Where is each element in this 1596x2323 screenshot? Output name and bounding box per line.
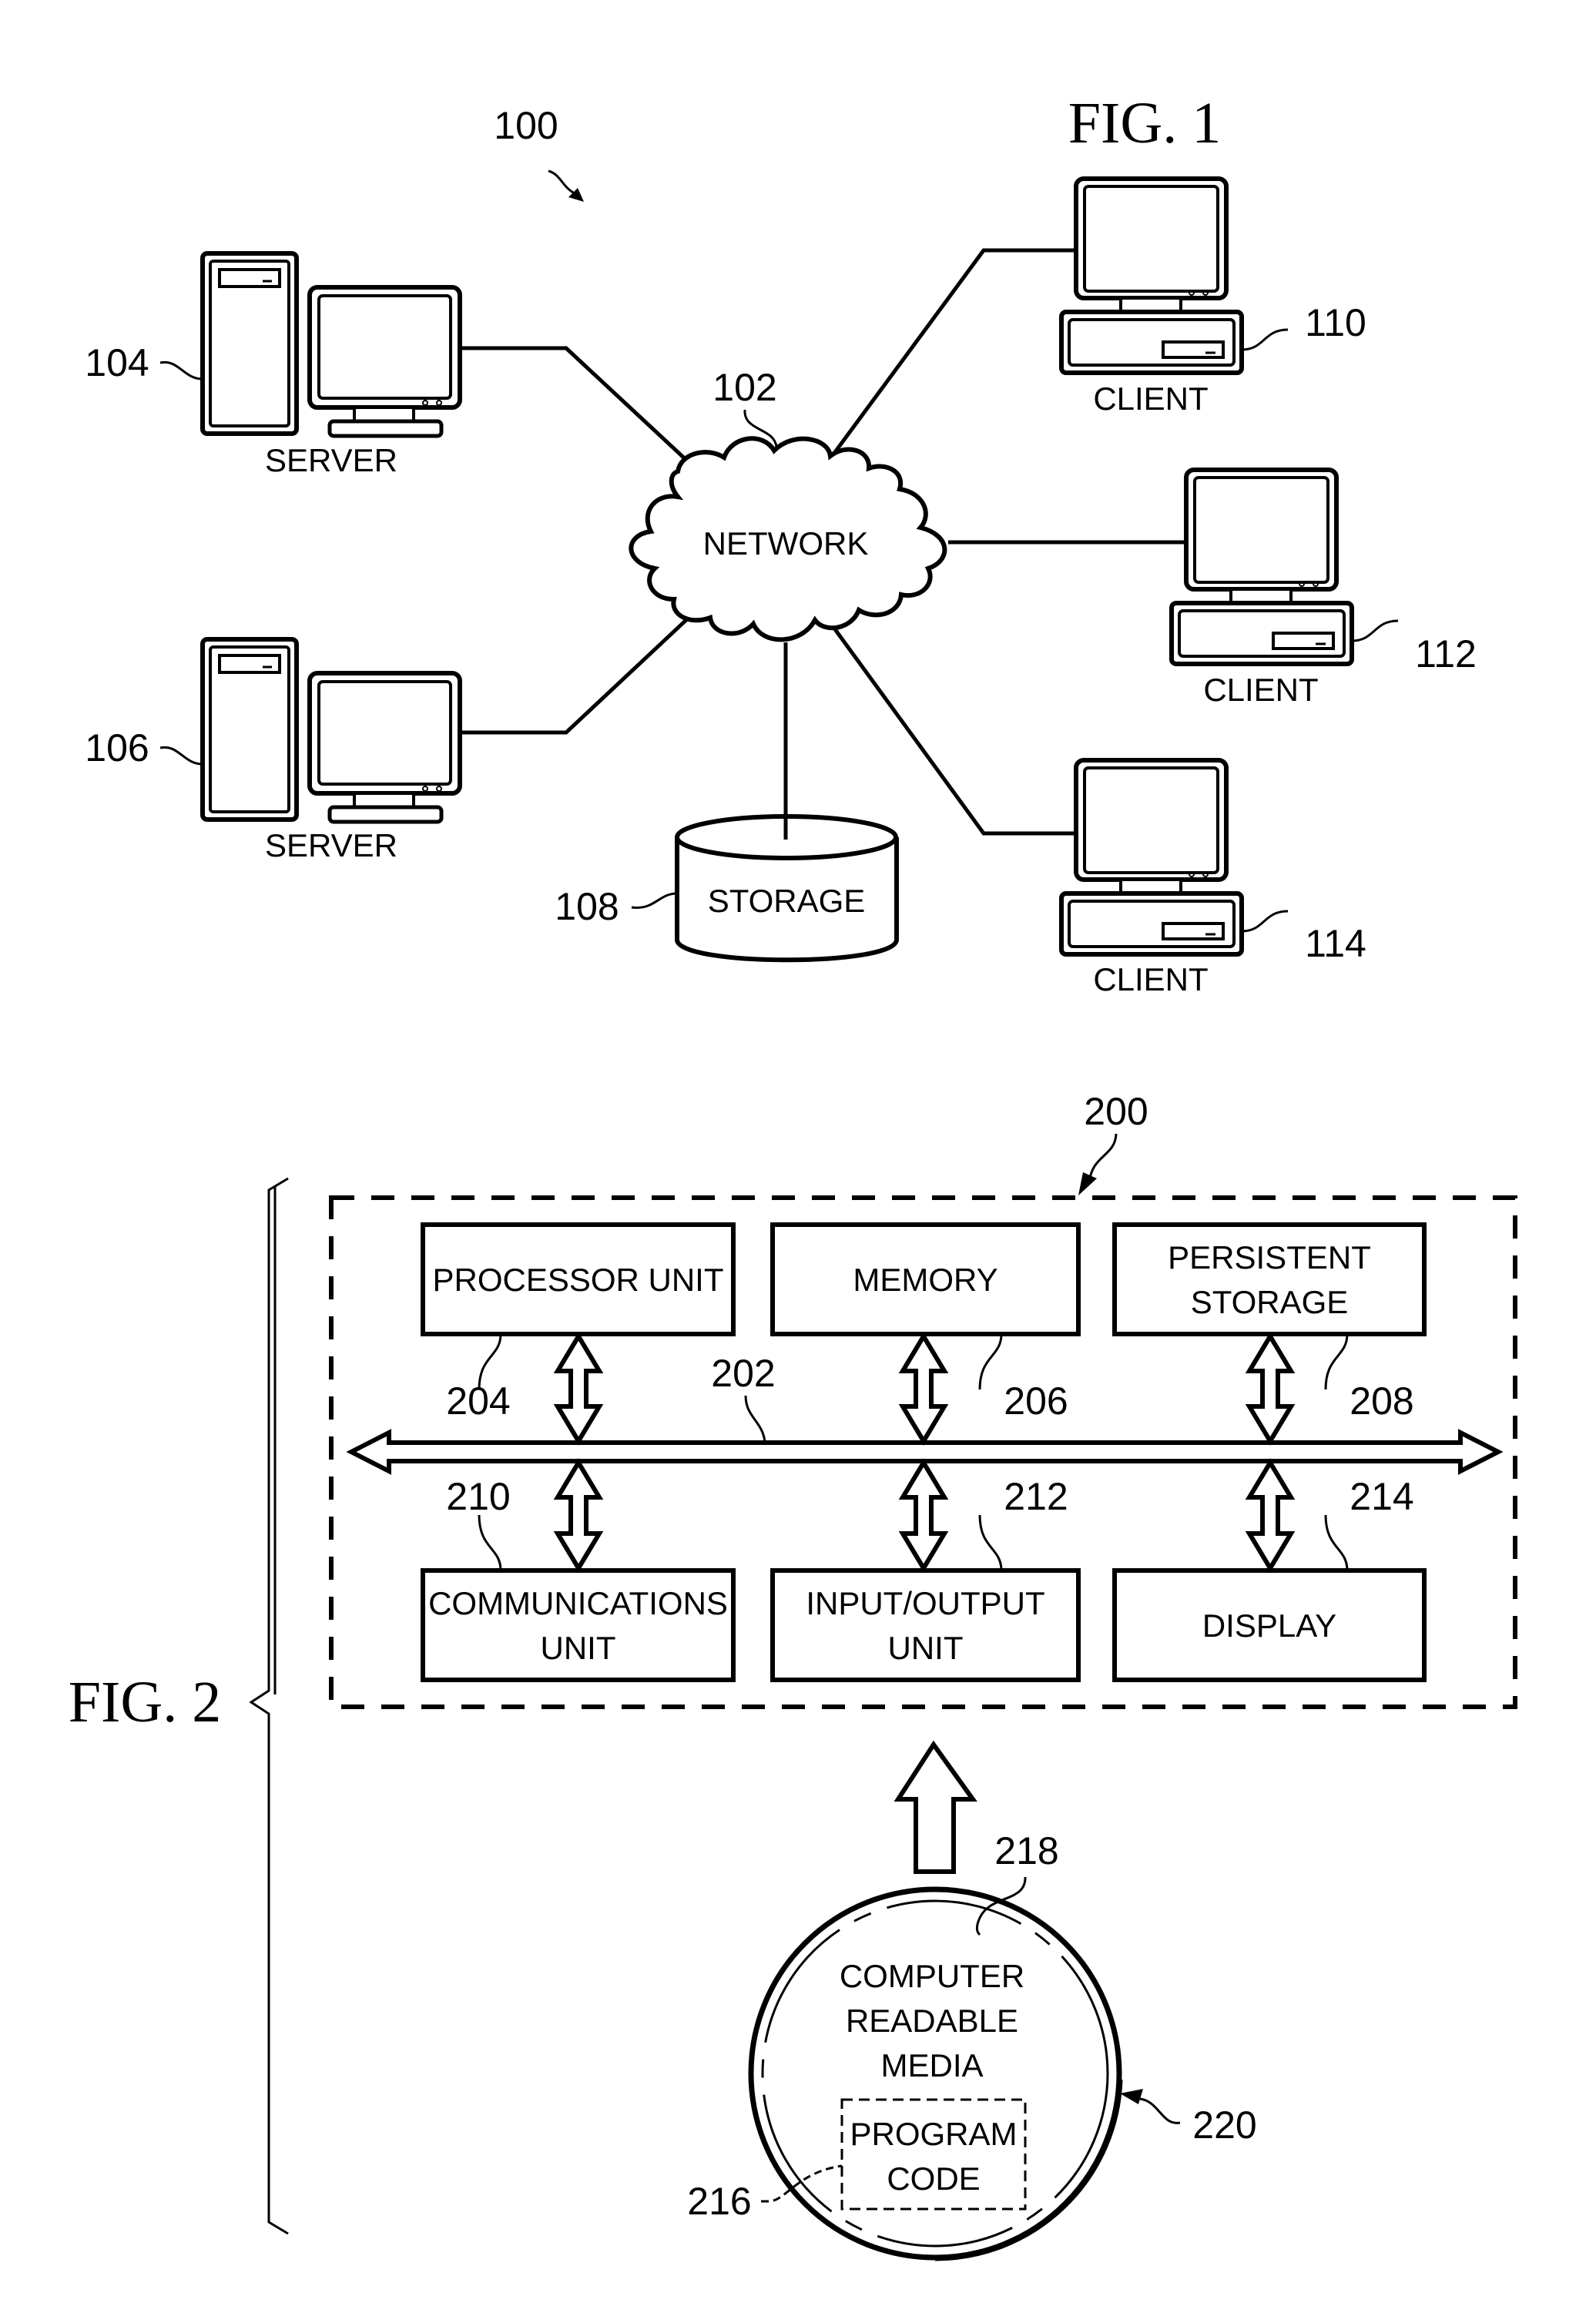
link-client-110 — [833, 248, 1076, 454]
bus-link-arrow — [898, 1332, 949, 1446]
unit-label-line-2: UNIT — [888, 1630, 964, 1666]
client-monitor-icon — [1184, 468, 1339, 592]
unit-label-line-1: INPUT/OUTPUT — [806, 1585, 1044, 1621]
client-ref: 114 — [1305, 922, 1366, 965]
program-code-line-1: PROGRAM — [850, 2116, 1017, 2152]
unit-ref-leader — [978, 1333, 1003, 1390]
client-label: CLIENT — [1093, 961, 1208, 997]
server-ref: 104 — [85, 341, 149, 384]
media-ref: 218 — [994, 1829, 1058, 1872]
unit-label-line-1: COMMUNICATIONS — [428, 1585, 728, 1621]
system-200-leader — [1088, 1133, 1118, 1179]
monitor-stand — [353, 406, 415, 423]
unit-ref: 212 — [1004, 1475, 1068, 1518]
computer-readable-media: COMPUTER READABLE MEDIA PROGRAM CODE 218… — [687, 1829, 1257, 2261]
unit-ref-leader — [478, 1514, 502, 1571]
bus-link-arrow — [553, 1458, 604, 1573]
link-client-114 — [833, 628, 1076, 836]
client-ref-leader — [1351, 619, 1399, 642]
server-ref-leader — [159, 360, 203, 380]
storage-cylinder: STORAGE 108 — [555, 814, 899, 963]
fig1-title: FIG. 1 — [1068, 91, 1221, 156]
unit-ref: 208 — [1350, 1379, 1413, 1423]
bus-link-arrow — [1245, 1458, 1296, 1573]
unit-ref-leader — [1324, 1333, 1349, 1390]
unit-ref-leader — [1324, 1514, 1349, 1571]
client-label: CLIENT — [1093, 380, 1208, 417]
system-ref-100: 100 — [494, 104, 558, 147]
client-110: CLIENT 110 — [1059, 176, 1366, 417]
unit-ref: 210 — [446, 1475, 510, 1518]
product-ref-arrowhead — [1120, 2089, 1143, 2104]
storage-ref-leader — [631, 892, 678, 909]
server-106: SERVER 106 — [85, 637, 462, 863]
network-cloud: NETWORK 102 — [629, 366, 947, 642]
monitor-stand — [353, 792, 415, 809]
client-ref-leader — [1241, 328, 1289, 351]
patent-drawing: FIG. 1 100 NETWORK 102 STORAGE 108 SERVE… — [69, 91, 1517, 2261]
client-ref: 112 — [1415, 632, 1477, 675]
program-code-ref: 216 — [687, 2180, 751, 2223]
media-label-line-2: READABLE — [846, 2003, 1018, 2039]
bus-link-arrow — [553, 1332, 604, 1446]
product-ref-leader — [1139, 2097, 1181, 2124]
monitor-base — [327, 419, 444, 438]
client-ref: 110 — [1305, 301, 1366, 344]
unit-ref: 214 — [1350, 1475, 1413, 1518]
transfer-arrow — [894, 1740, 977, 1874]
system-ref-200: 200 — [1084, 1090, 1148, 1133]
server-label: SERVER — [265, 442, 397, 478]
unit-label: PROCESSOR UNIT — [432, 1262, 723, 1298]
server-tower-icon — [200, 251, 299, 436]
brace-outer — [249, 1177, 289, 2235]
monitor-icon — [307, 285, 462, 410]
media-label-line-3: MEDIA — [880, 2047, 983, 2083]
bus-ref-leader — [744, 1395, 766, 1443]
media-label-line-1: COMPUTER — [840, 1958, 1024, 1994]
server-ref: 106 — [85, 726, 149, 769]
client-monitor-icon — [1074, 758, 1229, 882]
client-ref-leader — [1241, 910, 1289, 933]
bus-link-arrow — [1245, 1332, 1296, 1446]
client-114: CLIENT 114 — [1059, 758, 1366, 997]
unit-label: DISPLAY — [1202, 1607, 1336, 1644]
bus-link-arrow — [898, 1458, 949, 1573]
unit-label-line-1: PERSISTENT — [1168, 1239, 1371, 1275]
unit-label-line-2: STORAGE — [1191, 1284, 1349, 1320]
link-server-106 — [460, 616, 690, 735]
system-ref-leader — [548, 169, 577, 196]
monitor-base — [327, 805, 444, 824]
fig2-title: FIG. 2 — [69, 1670, 221, 1735]
server-label: SERVER — [265, 827, 397, 863]
client-label: CLIENT — [1203, 672, 1318, 708]
client-monitor-icon — [1074, 176, 1229, 300]
program-code-line-2: CODE — [887, 2160, 980, 2197]
unit-ref: 206 — [1004, 1379, 1068, 1423]
network-label: NETWORK — [703, 525, 869, 561]
storage-label: STORAGE — [708, 883, 866, 919]
bus-ref: 202 — [711, 1352, 775, 1395]
storage-ref: 108 — [555, 885, 619, 928]
network-ref: 102 — [712, 366, 776, 409]
servers: SERVER 104 SERVER 106 — [85, 251, 462, 863]
clients: CLIENT 110 CLIENT 112 CLIENT 114 — [1059, 176, 1477, 997]
server-104: SERVER 104 — [85, 251, 462, 478]
fig1: FIG. 1 100 NETWORK 102 STORAGE 108 SERVE… — [85, 91, 1477, 997]
monitor-icon — [307, 671, 462, 796]
product-ref: 220 — [1192, 2103, 1256, 2147]
unit-ref-leader — [978, 1514, 1003, 1571]
server-tower-icon — [200, 637, 299, 822]
server-ref-leader — [159, 746, 203, 766]
unit-label: MEMORY — [853, 1262, 998, 1298]
system-200-arrowhead — [1078, 1172, 1097, 1195]
link-server-104 — [460, 346, 690, 464]
unit-label-line-2: UNIT — [541, 1630, 616, 1666]
fig2-brace — [249, 1177, 289, 2235]
client-112: CLIENT 112 — [1169, 468, 1477, 708]
fig2: FIG. 2 200 202 PROCESSOR UNIT204MEMORY20… — [69, 1090, 1517, 2261]
